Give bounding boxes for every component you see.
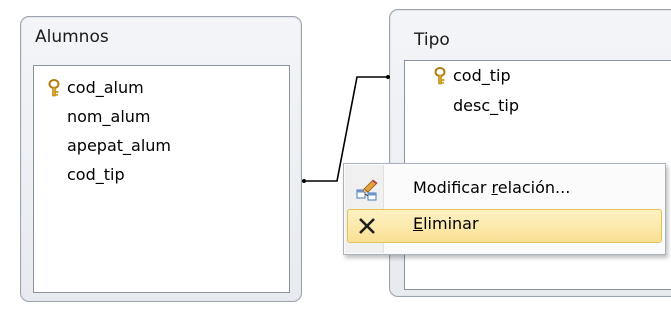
primary-key-icon [434, 67, 446, 85]
menu-item-label: Modificar relación... [413, 178, 571, 197]
field-name: apepat_alum [67, 136, 172, 155]
context-menu: Modificar relación... Eliminar [343, 163, 666, 255]
field-row[interactable]: cod_tip [434, 64, 511, 88]
field-name: cod_alum [67, 78, 144, 97]
field-name: cod_tip [453, 66, 511, 85]
field-name: desc_tip [453, 96, 520, 115]
field-row[interactable]: cod_tip [67, 163, 125, 187]
table-title-tipo[interactable]: Tipo [414, 30, 450, 50]
field-row[interactable]: desc_tip [453, 94, 519, 118]
menu-item-label: Eliminar [413, 214, 479, 233]
menu-item-modificar-relacion[interactable]: Modificar relación... [347, 173, 662, 207]
delete-x-icon [359, 218, 375, 234]
table-alumnos[interactable]: Alumnos cod_alum nom_alum apepat_alum co… [20, 16, 302, 302]
field-row[interactable]: cod_alum [48, 76, 144, 100]
table-title-alumnos[interactable]: Alumnos [35, 27, 109, 47]
field-name: cod_tip [67, 165, 125, 184]
field-row[interactable]: apepat_alum [67, 134, 171, 158]
field-row[interactable]: nom_alum [67, 105, 151, 129]
edit-relationship-icon [356, 179, 378, 201]
field-list-alumnos: cod_alum nom_alum apepat_alum cod_tip [33, 65, 290, 293]
field-name: nom_alum [67, 107, 151, 126]
primary-key-icon [48, 79, 60, 97]
menu-item-eliminar[interactable]: Eliminar [347, 209, 662, 243]
